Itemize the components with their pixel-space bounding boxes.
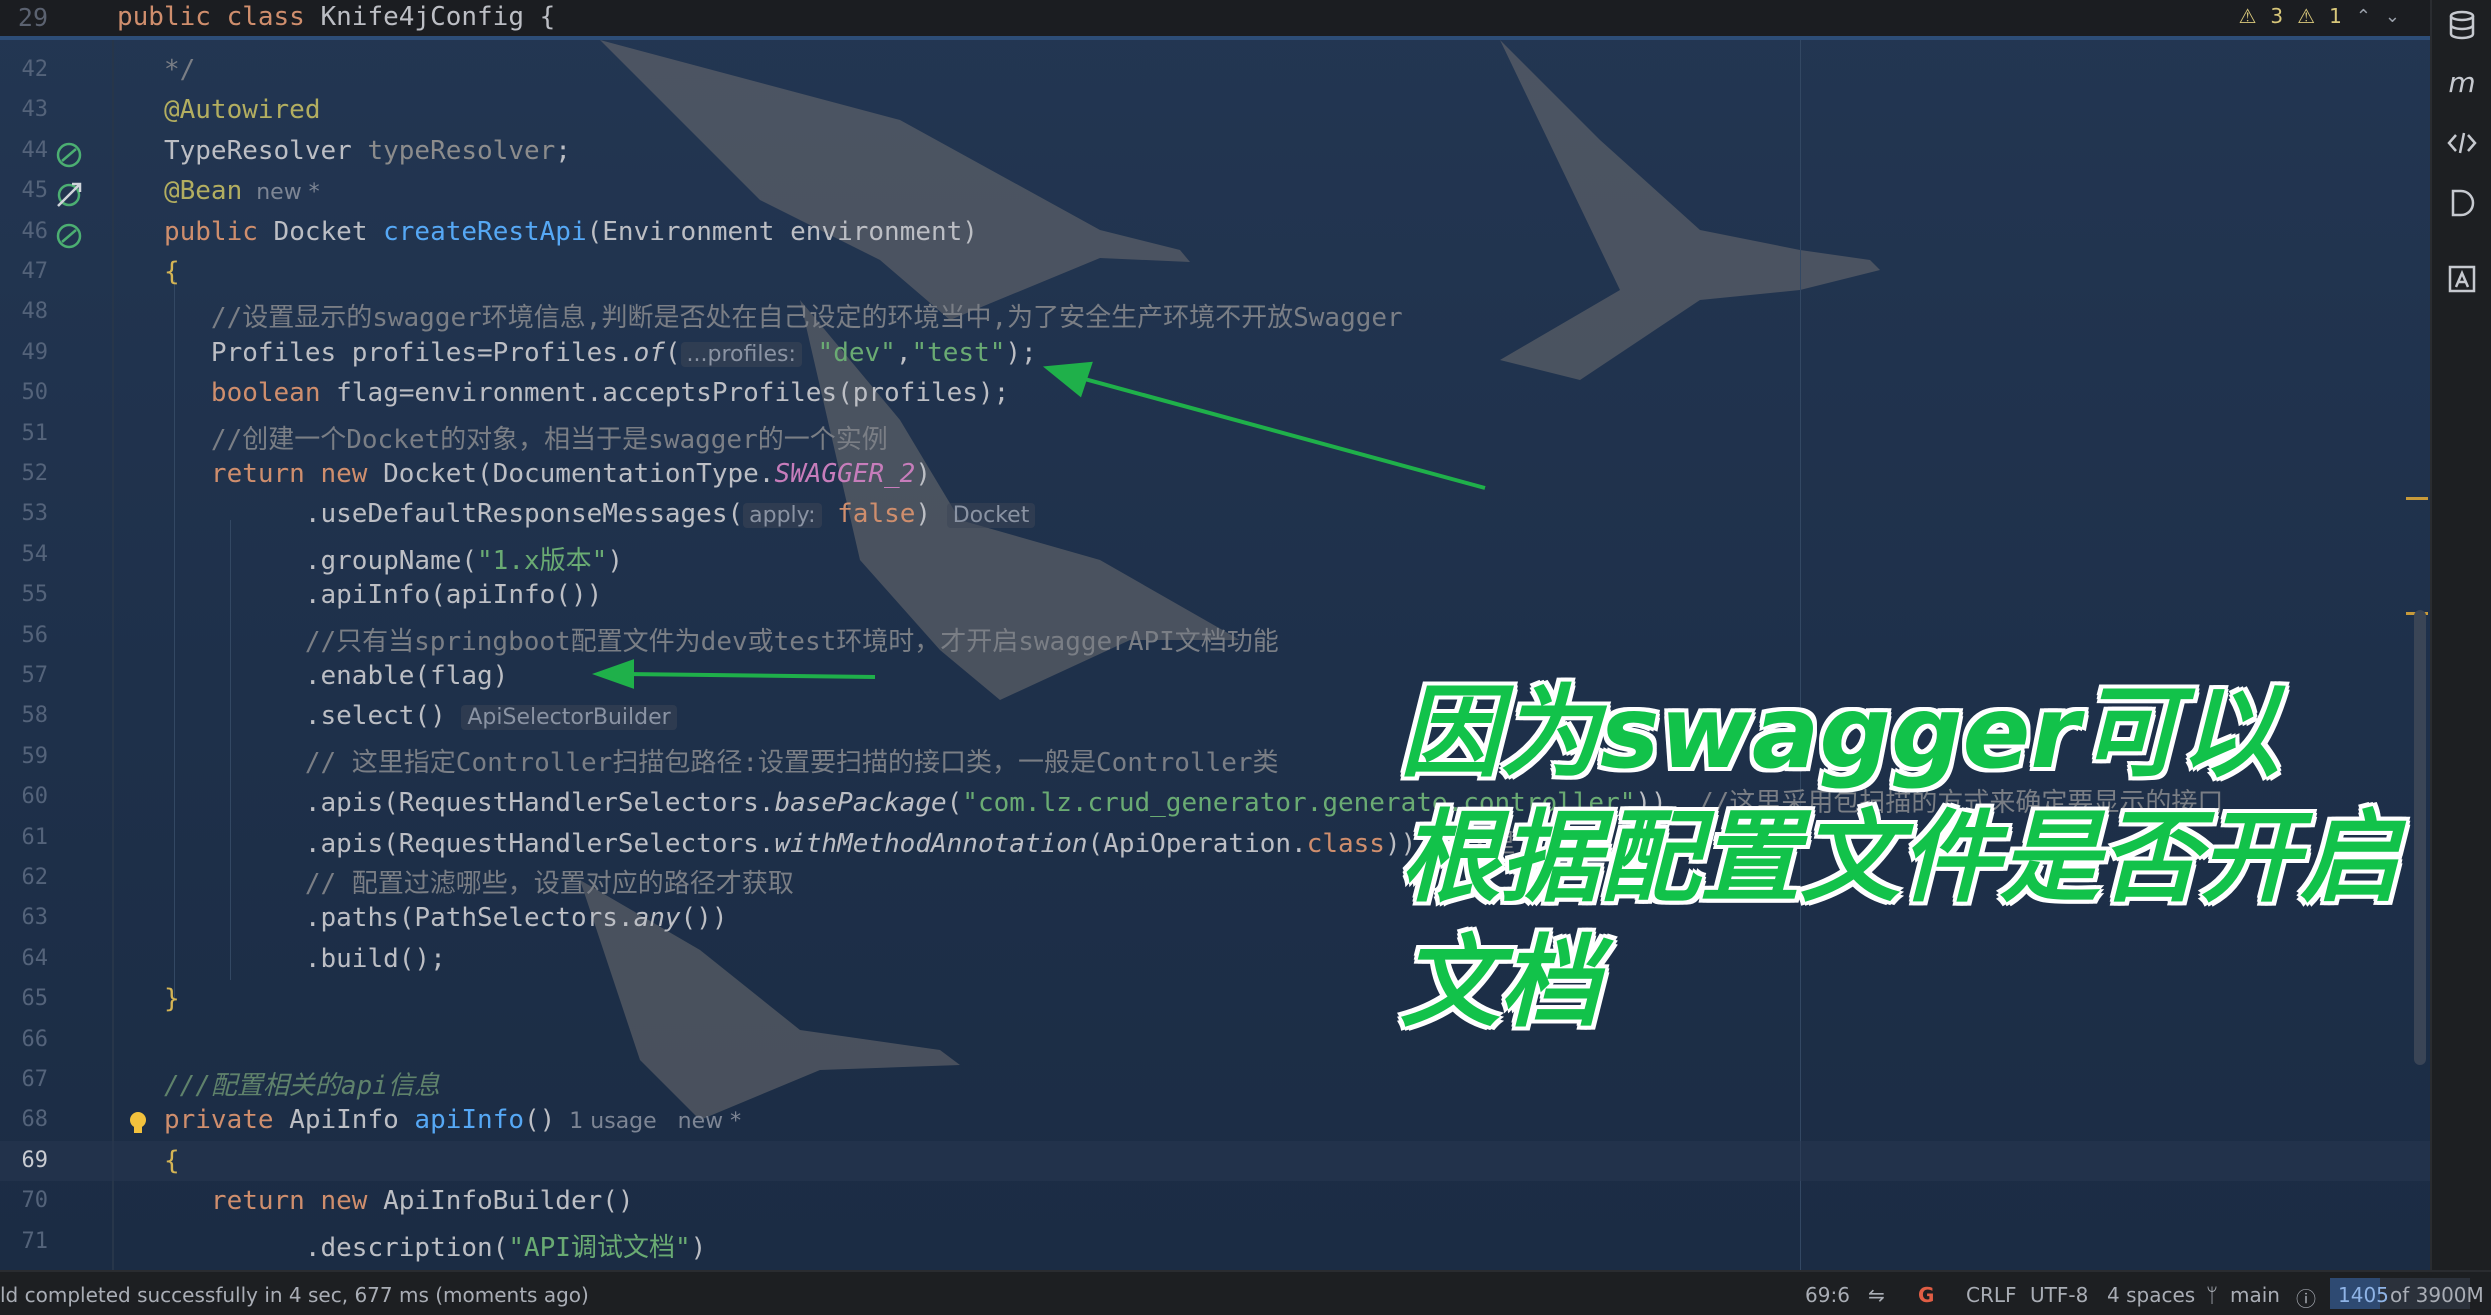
notifications-icon[interactable]: ⓘ (2296, 1283, 2316, 1312)
memory-total: of 3900M (2390, 1283, 2484, 1307)
file-encoding[interactable]: UTF-8 (2030, 1283, 2088, 1307)
sync-icon[interactable]: ⇋ (1868, 1283, 1885, 1307)
right-tool-window-bar: m (2430, 0, 2491, 1270)
endpoints-icon[interactable] (2445, 126, 2479, 160)
database-icon[interactable] (2445, 8, 2479, 42)
annotation-arrows (591, 361, 1486, 689)
caption-line-3: 文档 (1400, 924, 1600, 1041)
memory-used: 1405 (2338, 1283, 2389, 1307)
memory-indicator[interactable]: 1405 of 3900M (2330, 1278, 2484, 1309)
branch-icon[interactable]: ᛘ (2206, 1283, 2218, 1307)
build-status-message[interactable]: ld completed successfully in 4 sec, 677 … (0, 1283, 589, 1307)
overlay-caption: 因为swagger可以 根据配置文件是否开启 文档 (1400, 670, 2430, 1045)
caption-line-2: 根据配置文件是否开启 (1400, 799, 2400, 916)
google-icon[interactable]: G (1918, 1283, 1934, 1307)
d-plugin-icon[interactable] (2445, 186, 2479, 220)
font-icon[interactable] (2445, 262, 2479, 296)
status-bar: ld completed successfully in 4 sec, 677 … (0, 1270, 2491, 1315)
maven-icon[interactable]: m (2445, 66, 2479, 100)
caret-position[interactable]: 69:6 (1805, 1283, 1850, 1307)
indent-setting[interactable]: 4 spaces (2107, 1283, 2195, 1307)
caption-line-1: 因为swagger可以 (1400, 674, 2280, 791)
git-branch[interactable]: main (2230, 1283, 2280, 1307)
line-separator[interactable]: CRLF (1966, 1283, 2017, 1307)
